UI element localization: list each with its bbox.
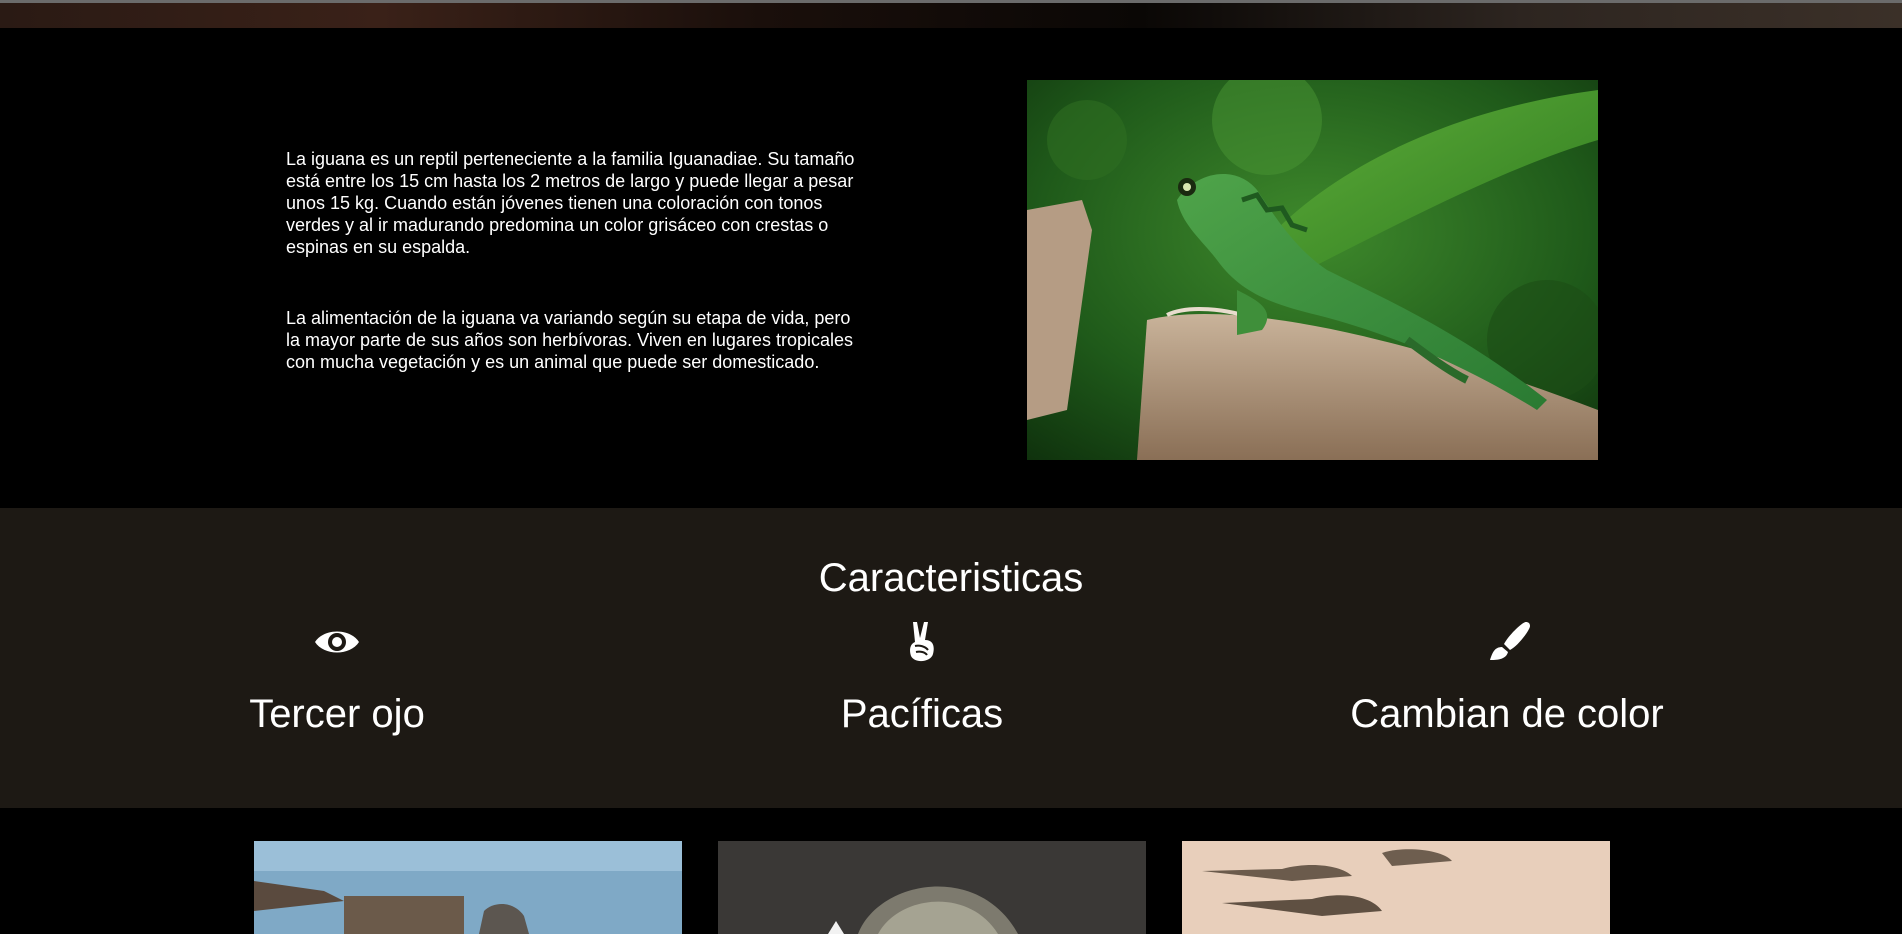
feature-label: Pacíficas (840, 692, 1004, 736)
iguana-closeup-photo (718, 841, 1146, 934)
intro-section: La iguana es un reptil perteneciente a l… (0, 28, 1902, 508)
features-title: Caracteristicas (818, 556, 1084, 600)
iguana-on-rock-photo (254, 841, 682, 934)
features-section: Caracteristicas Tercer ojo Pacíficas Cam… (0, 508, 1902, 808)
intro-text: La iguana es un reptil perteneciente a l… (286, 148, 868, 422)
intro-paragraph-1: La iguana es un reptil perteneciente a l… (286, 149, 855, 257)
iguanas-on-sand-photo (1182, 841, 1610, 934)
eye-icon (312, 620, 362, 664)
top-banner-strip (0, 0, 1902, 28)
feature-item-pacificas: Pacíficas (692, 620, 1152, 738)
feature-item-cambian-de-color: Cambian de color (1277, 620, 1737, 738)
paint-brush-icon (1482, 620, 1532, 664)
feature-label: Tercer ojo (249, 692, 425, 736)
gallery-section (0, 808, 1902, 934)
feature-item-tercer-ojo: Tercer ojo (107, 620, 567, 738)
feature-label: Cambian de color (1350, 692, 1664, 736)
intro-paragraph-2: La alimentación de la iguana va variando… (286, 308, 853, 372)
peace-hand-icon (897, 620, 947, 664)
iguana-photo (1027, 80, 1598, 460)
